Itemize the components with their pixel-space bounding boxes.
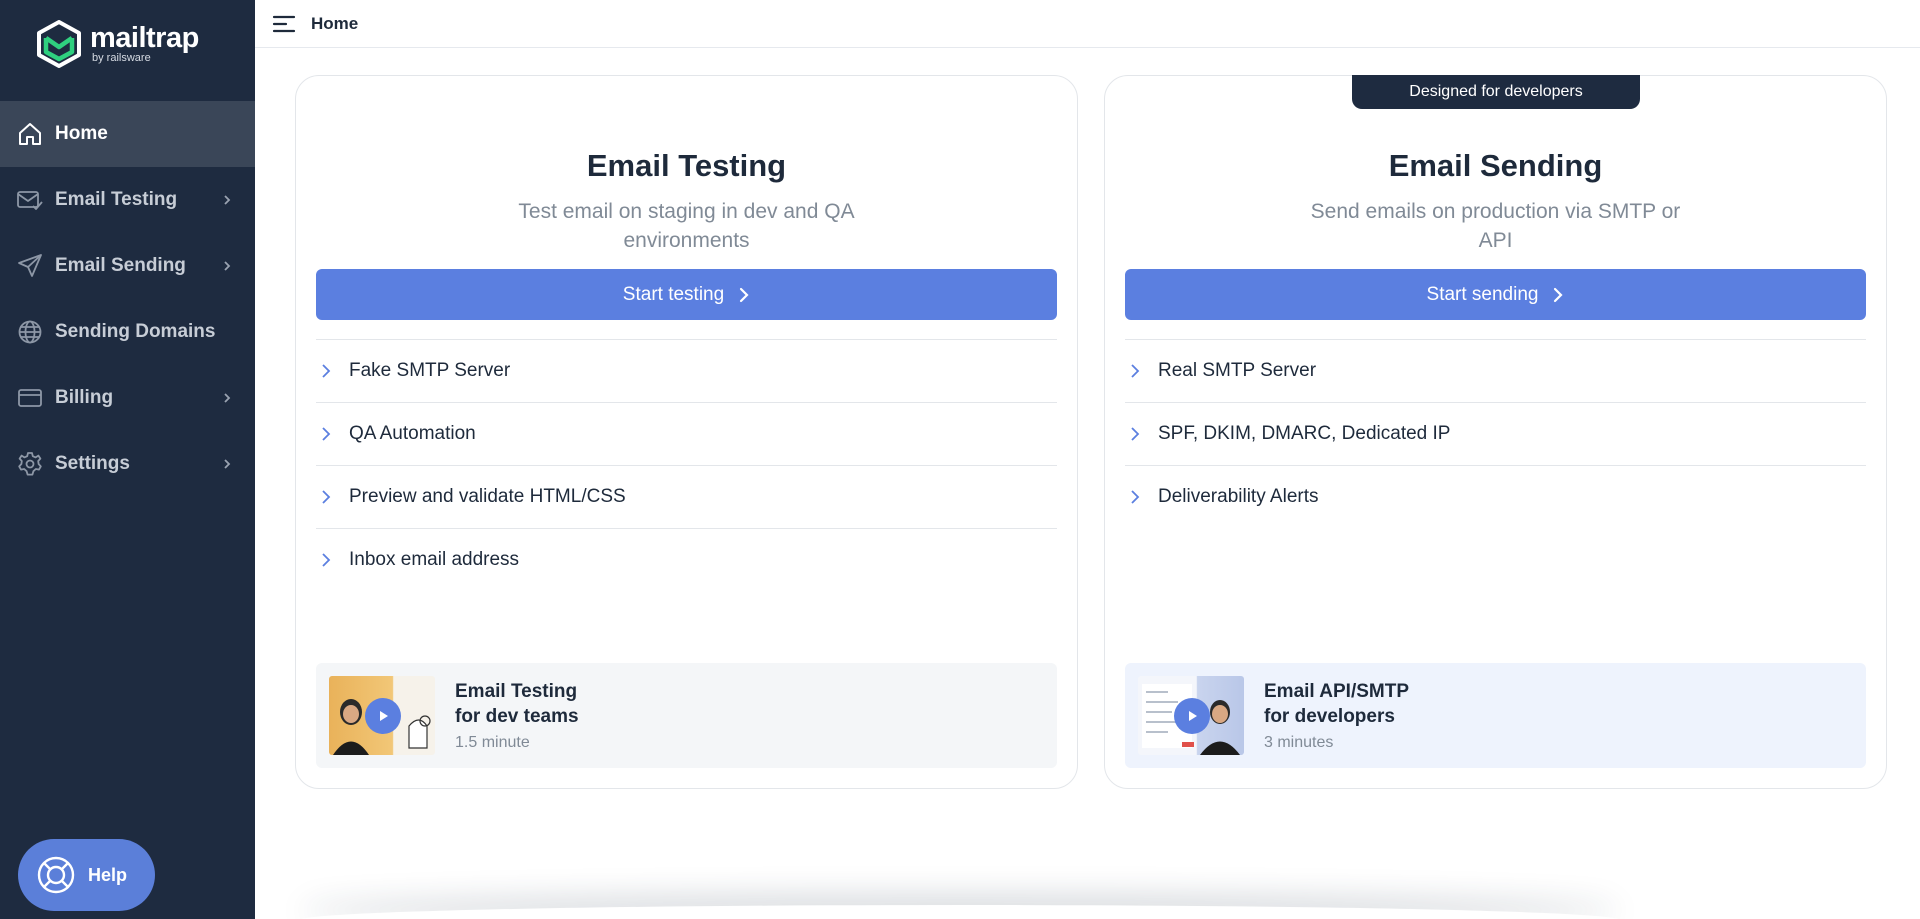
list-item[interactable]: Inbox email address bbox=[316, 528, 1057, 591]
sidebar-item-label: Billing bbox=[55, 387, 114, 408]
feature-label: QA Automation bbox=[349, 423, 476, 444]
chevron-right-icon bbox=[1554, 287, 1564, 302]
globe-icon bbox=[16, 318, 44, 346]
sidebar-item-billing[interactable]: Billing bbox=[0, 365, 255, 431]
sidebar-item-label: Settings bbox=[55, 453, 130, 474]
chevron-right-icon bbox=[322, 364, 331, 378]
chevron-right-icon bbox=[322, 553, 331, 567]
play-icon bbox=[365, 698, 401, 734]
sidebar-item-label: Email Testing bbox=[55, 189, 178, 210]
video-card[interactable]: Email Testing for dev teams 1.5 minute bbox=[316, 663, 1057, 768]
page-title: Home bbox=[311, 13, 359, 33]
footer-shadow bbox=[300, 905, 1620, 919]
sidebar: mailtrap by railsware Home Email Testing… bbox=[0, 0, 255, 919]
topbar: Home bbox=[255, 0, 1920, 48]
lifebuoy-icon bbox=[37, 856, 75, 894]
feature-label: SPF, DKIM, DMARC, Dedicated IP bbox=[1158, 423, 1451, 444]
menu-toggle-button[interactable] bbox=[271, 11, 297, 37]
chevron-right-icon bbox=[224, 459, 231, 469]
chevron-right-icon bbox=[224, 195, 231, 205]
feature-label: Real SMTP Server bbox=[1158, 360, 1317, 381]
sidebar-nav: Home Email Testing Email Sending Sending… bbox=[0, 101, 255, 497]
list-item[interactable]: Preview and validate HTML/CSS bbox=[316, 465, 1057, 528]
video-title-line1: Email API/SMTP bbox=[1264, 681, 1409, 702]
sidebar-item-home[interactable]: Home bbox=[0, 101, 255, 167]
button-label: Start sending bbox=[1426, 283, 1539, 305]
card-subtitle: Send emails on production via SMTP or AP… bbox=[1310, 200, 1681, 252]
sidebar-item-settings[interactable]: Settings bbox=[0, 431, 255, 497]
list-item[interactable]: Real SMTP Server bbox=[1125, 339, 1866, 402]
sidebar-item-label: Sending Domains bbox=[55, 321, 216, 342]
video-thumbnail bbox=[329, 676, 435, 755]
sidebar-item-label: Email Sending bbox=[55, 255, 186, 276]
chevron-right-icon bbox=[322, 490, 331, 504]
chevron-right-icon bbox=[322, 427, 331, 441]
button-label: Start testing bbox=[622, 283, 725, 305]
feature-list: Fake SMTP Server QA Automation Preview a… bbox=[316, 339, 1057, 591]
chevron-right-icon bbox=[740, 287, 749, 302]
chevron-right-icon bbox=[224, 261, 231, 271]
card-title: Email Testing bbox=[586, 148, 787, 183]
paper-plane-icon bbox=[16, 252, 44, 280]
help-label: Help bbox=[88, 864, 128, 885]
credit-card-icon bbox=[16, 384, 44, 412]
email-testing-card: Email Testing Test email on staging in d… bbox=[295, 75, 1078, 789]
video-duration: 3 minutes bbox=[1264, 734, 1334, 751]
video-card[interactable]: Email API/SMTP for developers 3 minutes bbox=[1125, 663, 1866, 768]
card-title: Email Sending bbox=[1388, 148, 1603, 183]
list-item[interactable]: SPF, DKIM, DMARC, Dedicated IP bbox=[1125, 402, 1866, 465]
help-button[interactable]: Help bbox=[18, 839, 155, 911]
designed-for-developers-badge: Designed for developers bbox=[1352, 75, 1640, 109]
feature-list: Real SMTP Server SPF, DKIM, DMARC, Dedic… bbox=[1125, 339, 1866, 528]
list-item[interactable]: Deliverability Alerts bbox=[1125, 465, 1866, 528]
sidebar-item-email-testing[interactable]: Email Testing bbox=[0, 167, 255, 233]
sidebar-item-sending-domains[interactable]: Sending Domains bbox=[0, 299, 255, 365]
video-title-line2: for dev teams bbox=[455, 706, 579, 727]
hamburger-menu-icon bbox=[272, 15, 296, 32]
chevron-right-icon bbox=[224, 393, 231, 403]
chevron-right-icon bbox=[1131, 364, 1140, 378]
sidebar-item-email-sending[interactable]: Email Sending bbox=[0, 233, 255, 299]
feature-label: Fake SMTP Server bbox=[349, 360, 511, 381]
list-item[interactable]: QA Automation bbox=[316, 402, 1057, 465]
video-title-line1: Email Testing bbox=[455, 681, 578, 702]
feature-label: Inbox email address bbox=[349, 549, 520, 570]
feature-label: Preview and validate HTML/CSS bbox=[349, 486, 626, 507]
video-title-line2: for developers bbox=[1264, 706, 1395, 727]
email-sending-card: Designed for developers Email Sending Se… bbox=[1104, 75, 1887, 789]
brand-name: mailtrap bbox=[90, 22, 199, 54]
envelope-check-icon bbox=[16, 186, 44, 214]
chevron-right-icon bbox=[1131, 490, 1140, 504]
video-duration: 1.5 minute bbox=[455, 734, 530, 751]
play-icon bbox=[1174, 698, 1210, 734]
list-item[interactable]: Fake SMTP Server bbox=[316, 339, 1057, 402]
mailtrap-logo-icon bbox=[37, 20, 81, 68]
sidebar-item-label: Home bbox=[55, 123, 108, 144]
start-testing-button[interactable]: Start testing bbox=[316, 269, 1057, 320]
start-sending-button[interactable]: Start sending bbox=[1125, 269, 1866, 320]
chevron-right-icon bbox=[1131, 427, 1140, 441]
mailtrap-logo[interactable]: mailtrap by railsware bbox=[36, 20, 199, 68]
gear-icon bbox=[16, 450, 44, 478]
card-subtitle: Test email on staging in dev and QA envi… bbox=[518, 200, 855, 252]
feature-label: Deliverability Alerts bbox=[1158, 486, 1319, 507]
home-icon bbox=[16, 120, 44, 148]
video-thumbnail bbox=[1138, 676, 1244, 755]
